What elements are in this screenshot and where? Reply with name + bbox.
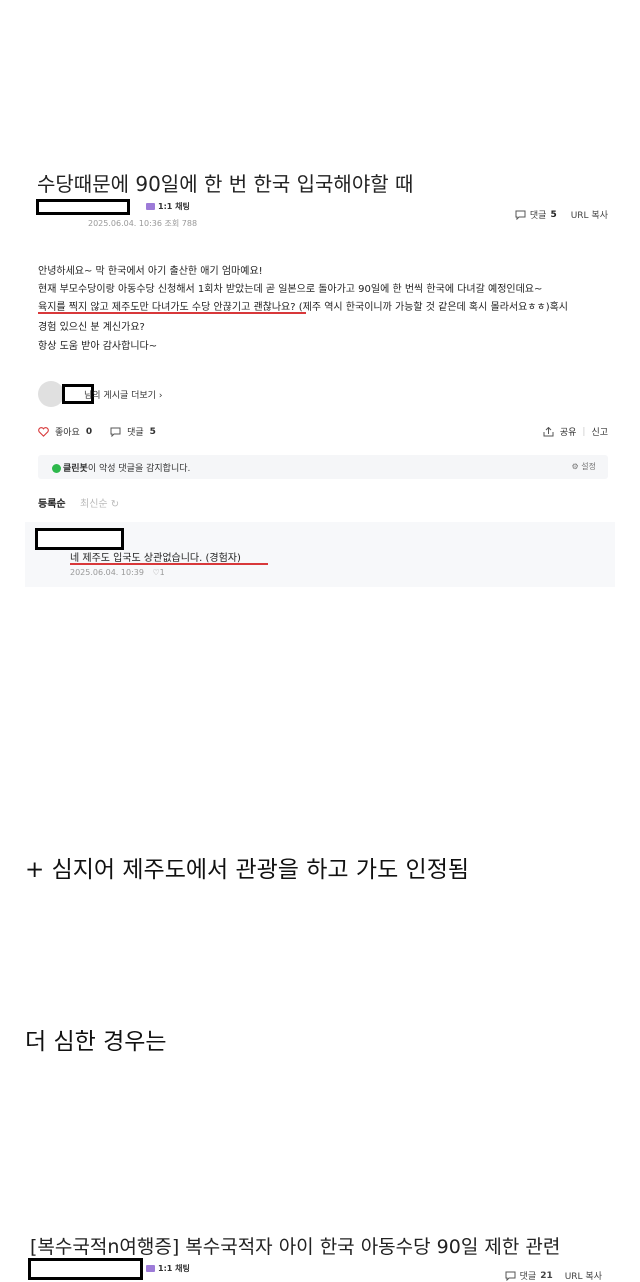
post-title: 수당때문에 90일에 한 번 한국 입국해야할 때 [37,172,414,196]
cleanbot-text: 클린봇이 악성 댓글을 감지합니다. [52,461,190,474]
like-label[interactable]: 좋아요 [55,425,80,438]
post2-top-actions: 댓글 21 URL 복사 [505,1269,602,1282]
highlight-underline [38,312,306,314]
cleanbot-banner: 클린봇이 악성 댓글을 감지합니다. ⚙ 설정 [38,455,608,479]
comment-count: 5 [149,426,156,437]
post-meta: 2025.06.04. 10:36 조회 788 [88,218,197,229]
cleanbot-settings[interactable]: ⚙ 설정 [572,461,596,472]
share-icon[interactable] [543,426,554,437]
body-line-2: 현재 부모수당이랑 아동수당 신청해서 1회차 받았는데 곧 일본으로 돌아가고… [38,284,543,295]
body-line-1: 안녕하세요~ 막 한국에서 아기 출산한 애기 엄마예요! [38,266,263,277]
author2-name-redacted [28,1258,143,1280]
comment-label[interactable]: 댓글 [127,425,144,438]
comment-heart-icon[interactable]: ♡ [153,568,160,577]
comment-underline [70,563,268,565]
chat-icon [146,203,155,210]
author-name-redacted [36,199,130,215]
comment-bubble-icon[interactable] [515,210,526,220]
share-button[interactable]: 공유 [560,425,577,438]
post2-chat-button[interactable]: 1:1 채팅 [146,1263,190,1274]
sort-latest[interactable]: 최신순 ↻ [80,495,119,510]
more-posts-link[interactable]: 님의 게시글 더보기 › [84,388,162,401]
body-line-3: 육지를 찍지 않고 제주도만 다녀가도 수당 안끊기고 괜찮나요? (제주 역시… [38,302,568,313]
post2-comment-label[interactable]: 댓글 [520,1269,537,1282]
sort-latest-label: 최신순 [80,499,108,510]
commenter-name-redacted [35,528,124,550]
report-button[interactable]: 신고 [591,425,608,438]
url-copy-button[interactable]: URL 복사 [571,208,608,221]
post2-chat-label: 1:1 채팅 [158,1264,190,1273]
comment-link-count: 5 [550,209,557,220]
post-views: 조회 788 [164,219,198,228]
comment-likes: 1 [159,568,165,577]
post2-chat-icon [146,1265,155,1272]
post2-url-copy[interactable]: URL 복사 [565,1269,602,1282]
post-top-actions: 댓글 5 URL 복사 [515,208,608,221]
comment-link-label[interactable]: 댓글 [530,208,547,221]
body-line-5: 항상 도움 받아 감사합니다~ [38,341,158,352]
cleanbot-icon [52,464,61,473]
comment-icon[interactable] [110,427,121,437]
caption-worse: 더 심한 경우는 [25,1029,167,1055]
post2-comment-count: 21 [540,1270,553,1281]
cleanbot-message: 이 악성 댓글을 감지합니다. [87,464,191,474]
settings-label: 설정 [581,462,596,471]
refresh-icon: ↻ [110,499,120,510]
chevron-right-icon: › [158,391,163,401]
chat-button[interactable]: 1:1 채팅 [146,201,190,212]
more-posts-label: 님의 게시글 더보기 [84,391,156,401]
comment-text: 네 제주도 입국도 상관없습니다. (경험자) [70,553,241,564]
author-avatar[interactable] [38,381,64,407]
post2-comment-icon[interactable] [505,1271,516,1281]
chat-label: 1:1 채팅 [158,202,190,211]
cleanbot-name: 클린봇 [63,464,88,474]
comment-date: 2025.06.04. 10:39 [70,568,144,577]
post-actions-right: 공유 | 신고 [543,425,608,438]
post-date: 2025.06.04. 10:36 [88,219,162,228]
gear-icon: ⚙ [571,462,579,471]
sort-registered[interactable]: 등록순 [38,495,66,510]
post-actions: 좋아요 0 댓글 5 [38,425,156,438]
like-count: 0 [85,426,93,437]
post2-title: [복수국적n여행증] 복수국적자 아이 한국 아동수당 90일 제한 관련 [30,1236,561,1258]
caption-note: + 심지어 제주도에서 관광을 하고 가도 인정됨 [25,857,470,883]
heart-icon[interactable] [38,426,49,437]
comment-meta: 2025.06.04. 10:39 ♡1 [70,568,165,577]
body-line-4: 경험 있으신 분 계신가요? [38,322,145,333]
